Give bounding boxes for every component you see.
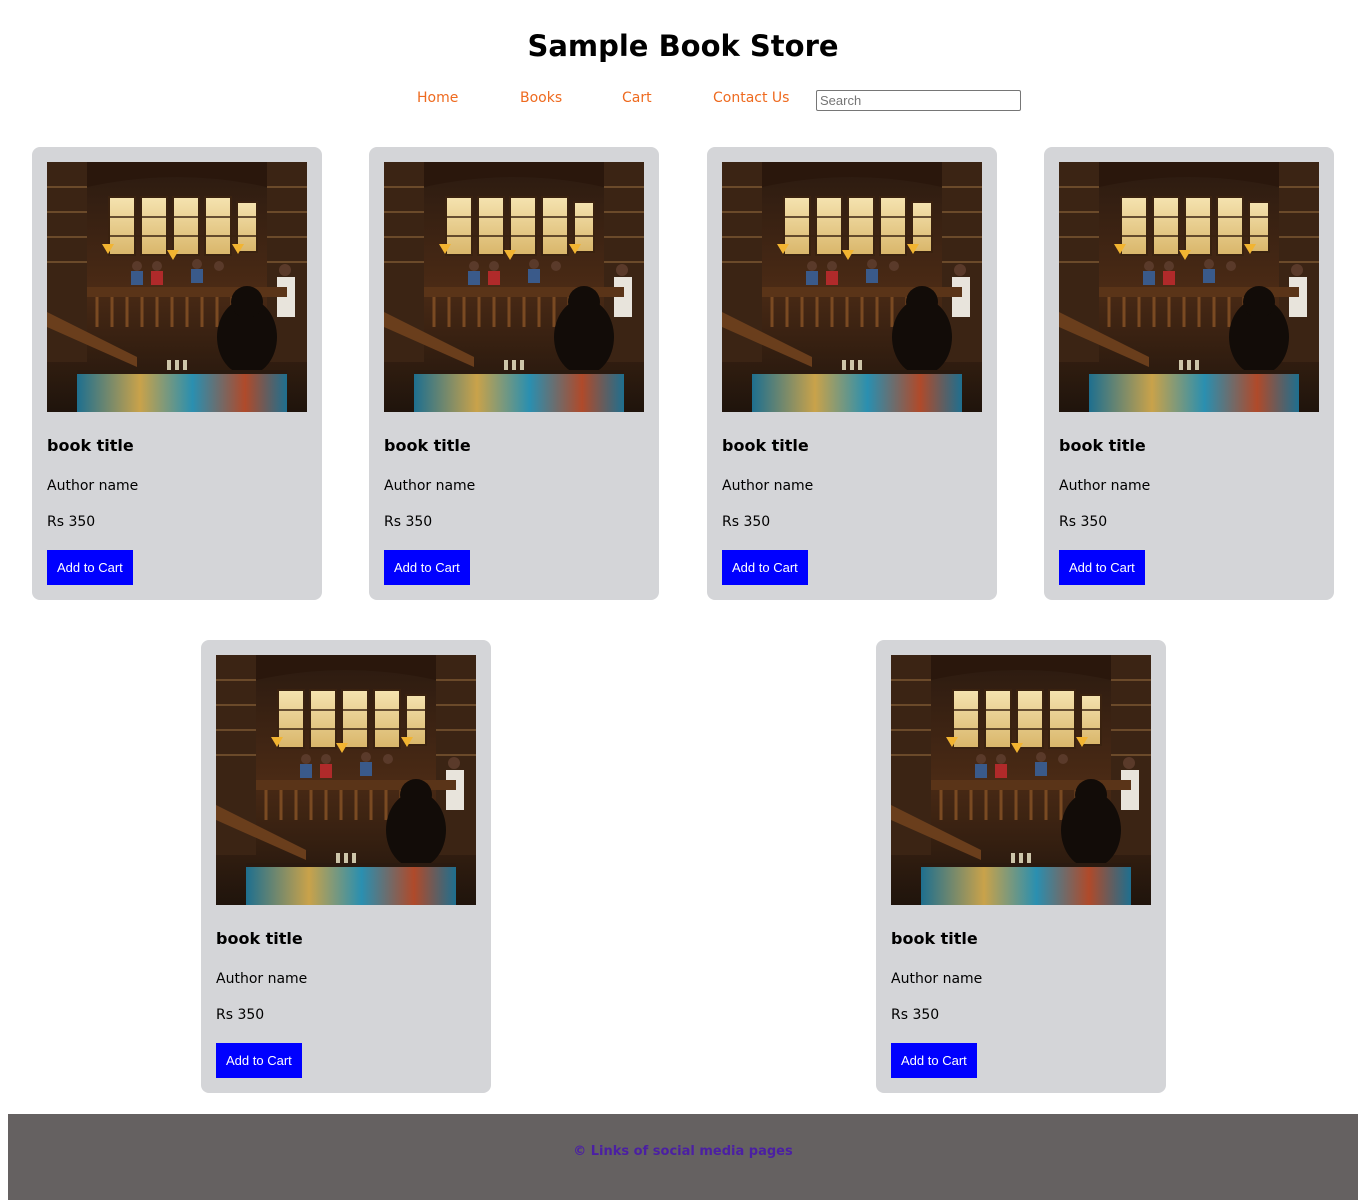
book-card: book title Author name Rs 350 Add to Car…: [32, 147, 322, 600]
book-title: book title: [47, 436, 134, 455]
search-input[interactable]: [816, 90, 1021, 111]
book-card: book title Author name Rs 350 Add to Car…: [369, 147, 659, 600]
book-author: Author name: [47, 478, 139, 494]
book-card: book title Author name Rs 350 Add to Car…: [876, 640, 1166, 1093]
book-cover-image: [384, 162, 644, 412]
book-price: Rs 350: [384, 514, 433, 530]
book-card: book title Author name Rs 350 Add to Car…: [1044, 147, 1334, 600]
add-to-cart-button[interactable]: Add to Cart: [47, 550, 133, 585]
footer: © Links of social media pages: [8, 1114, 1358, 1200]
library-interior-image: [384, 162, 644, 412]
footer-social-links[interactable]: © Links of social media pages: [8, 1142, 1358, 1162]
book-author: Author name: [216, 971, 308, 987]
add-to-cart-button[interactable]: Add to Cart: [216, 1043, 302, 1078]
book-author: Author name: [891, 971, 983, 987]
book-card: book title Author name Rs 350 Add to Car…: [707, 147, 997, 600]
nav-link-contact-us[interactable]: Contact Us: [713, 88, 789, 108]
book-author: Author name: [1059, 478, 1151, 494]
add-to-cart-button[interactable]: Add to Cart: [384, 550, 470, 585]
book-title: book title: [384, 436, 471, 455]
book-price: Rs 350: [1059, 514, 1108, 530]
site-title: Sample Book Store: [527, 29, 839, 63]
nav-link-books[interactable]: Books: [520, 88, 562, 108]
book-price: Rs 350: [891, 1007, 940, 1023]
book-title: book title: [216, 929, 303, 948]
book-title: book title: [891, 929, 978, 948]
book-cover-image: [722, 162, 982, 412]
nav-link-home[interactable]: Home: [417, 88, 458, 108]
library-interior-image: [722, 162, 982, 412]
book-cover-image: [47, 162, 307, 412]
book-cover-image: [891, 655, 1151, 905]
book-title: book title: [722, 436, 809, 455]
add-to-cart-button[interactable]: Add to Cart: [1059, 550, 1145, 585]
book-cover-image: [216, 655, 476, 905]
book-price: Rs 350: [47, 514, 96, 530]
add-to-cart-button[interactable]: Add to Cart: [722, 550, 808, 585]
add-to-cart-button[interactable]: Add to Cart: [891, 1043, 977, 1078]
book-card: book title Author name Rs 350 Add to Car…: [201, 640, 491, 1093]
book-price: Rs 350: [722, 514, 771, 530]
main-nav: Home Books Cart Contact Us: [0, 88, 1366, 112]
book-title: book title: [1059, 436, 1146, 455]
book-price: Rs 350: [216, 1007, 265, 1023]
library-interior-image: [216, 655, 476, 905]
library-interior-image: [1059, 162, 1319, 412]
nav-link-cart[interactable]: Cart: [622, 88, 652, 108]
book-author: Author name: [722, 478, 814, 494]
book-author: Author name: [384, 478, 476, 494]
library-interior-image: [47, 162, 307, 412]
book-cover-image: [1059, 162, 1319, 412]
library-interior-image: [891, 655, 1151, 905]
